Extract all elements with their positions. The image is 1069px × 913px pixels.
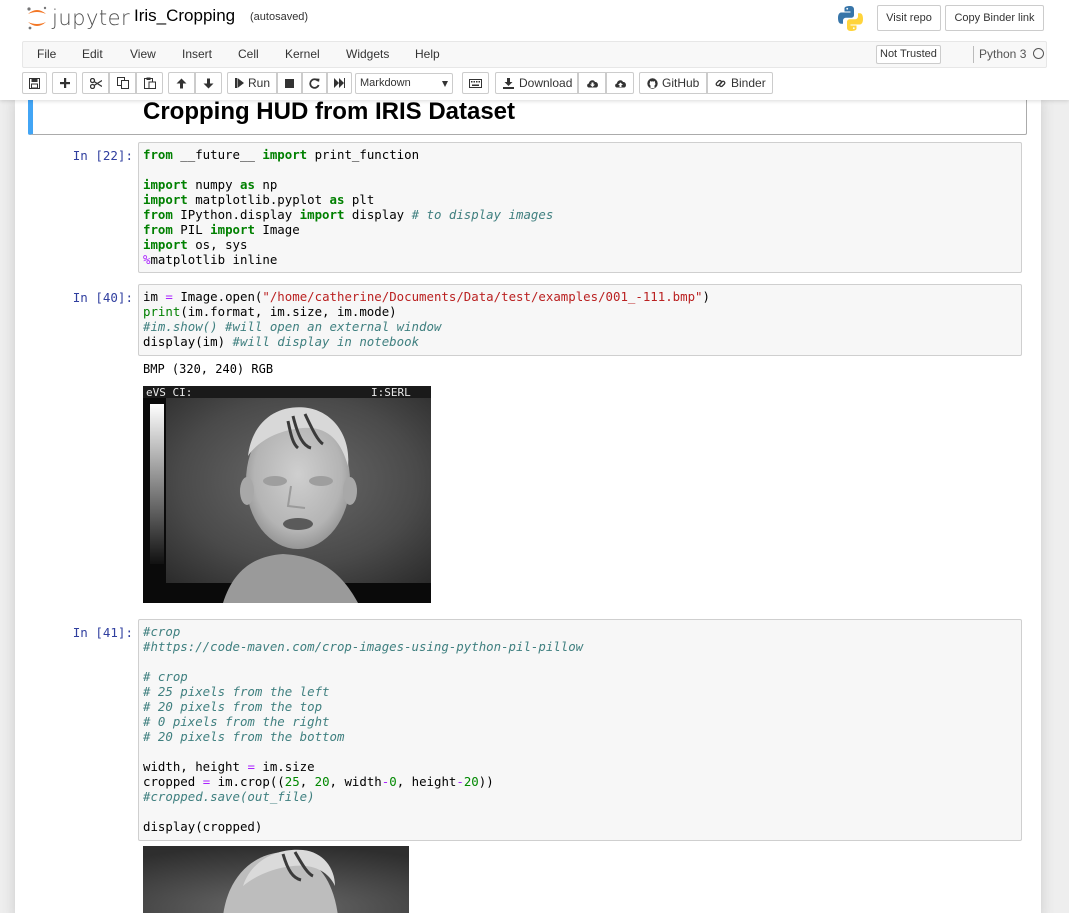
save-icon [29,77,40,89]
arrow-up-icon [176,78,187,88]
cell-output-text: BMP (320, 240) RGB [143,362,274,376]
python-logo-icon [838,6,863,31]
notebook-scroll-area[interactable]: Cropping HUD from IRIS Dataset In [22]: … [0,100,1069,913]
restart-kernel-button[interactable] [302,72,327,94]
cloud-upload-icon [614,80,626,88]
kernel-idle-indicator-icon [1033,48,1044,59]
menu-cell[interactable]: Cell [238,47,259,61]
kernel-divider [973,46,974,63]
markdown-cell-selected[interactable]: Cropping HUD from IRIS Dataset [28,100,1027,135]
paste-cell-button[interactable] [136,72,163,94]
cell-prompt: In [40]: [72,290,133,305]
notebook-heading: Cropping HUD from IRIS Dataset [143,100,516,125]
github-icon [647,77,658,89]
jupyter-logo-text: jupyter [52,6,131,30]
download-button-label: Download [519,76,573,90]
code-cell-input[interactable]: from __future__ import print_function im… [138,142,1022,273]
arrow-down-icon [203,78,214,88]
link-icon [715,79,726,87]
cell-type-select[interactable]: Markdown [355,73,453,94]
cloud-upload-button[interactable] [606,72,634,94]
binder-button-label: Binder [731,76,766,90]
download-button[interactable]: Download [495,72,578,94]
menu-view[interactable]: View [130,47,156,61]
chevron-down-icon [442,81,448,87]
restart-icon [309,77,320,89]
fast-forward-icon [334,78,345,88]
run-button-label: Run [248,76,271,90]
menu-kernel[interactable]: Kernel [285,47,320,61]
move-cell-down-button[interactable] [195,72,222,94]
cropped-image-output [143,846,409,913]
cloud-download-button[interactable] [578,72,606,94]
menu-widgets[interactable]: Widgets [346,47,389,61]
scissors-icon [89,77,102,89]
menubar: File Edit View Insert Cell Kernel Widget… [22,41,1047,68]
github-button-label: GitHub [662,76,700,90]
kernel-name: Python 3 [979,47,1027,61]
menu-file[interactable]: File [37,47,56,61]
restart-run-all-button[interactable] [327,72,352,94]
menu-edit[interactable]: Edit [82,47,103,61]
keyboard-icon [469,78,482,88]
step-forward-icon [235,78,244,88]
save-button[interactable] [22,72,47,94]
paste-icon [143,77,156,89]
jupyter-logo-icon [27,6,47,30]
thermal-face-image: eVS CI: I:SERL [143,386,431,603]
download-icon [503,77,514,89]
toolbar: Run Markdown Download GitHub Binder [22,72,822,94]
move-cell-up-button[interactable] [168,72,195,94]
copy-cell-button[interactable] [109,72,136,94]
notebook-container: Cropping HUD from IRIS Dataset In [22]: … [15,100,1041,913]
cloud-download-icon [586,80,598,88]
cell-prompt: In [41]: [72,625,133,640]
insert-cell-button[interactable] [52,72,77,94]
menu-help[interactable]: Help [415,47,440,61]
code-block: #crop #https://code-maven.com/crop-image… [143,624,584,834]
github-button[interactable]: GitHub [639,72,707,94]
cell-type-value: Markdown [360,77,411,89]
jupyter-logo[interactable]: jupyter [26,4,130,32]
binder-button[interactable]: Binder [707,72,773,94]
cut-cell-button[interactable] [82,72,109,94]
hud-label-left: eVS CI: [146,386,192,399]
trust-indicator-button[interactable]: Not Trusted [876,45,941,64]
visit-repo-button[interactable]: Visit repo [877,5,941,31]
copy-icon [116,77,129,89]
notebook-header: jupyter Iris_Cropping (autosaved) Visit … [0,0,1069,100]
code-cell-input[interactable]: #crop #https://code-maven.com/crop-image… [138,619,1022,841]
thermal-image-output: eVS CI: I:SERL [143,386,431,603]
code-cell-input[interactable]: im = Image.open("/home/catherine/Documen… [138,284,1022,356]
code-block: from __future__ import print_function im… [143,147,554,267]
stop-icon [285,78,294,88]
plus-icon [59,78,70,88]
notebook-name[interactable]: Iris_Cropping [134,6,235,26]
run-button[interactable]: Run [227,72,277,94]
copy-binder-link-button[interactable]: Copy Binder link [945,5,1044,31]
cell-prompt: In [22]: [72,148,133,163]
menu-insert[interactable]: Insert [182,47,212,61]
hud-label-right: I:SERL [371,386,411,399]
command-palette-button[interactable] [462,72,489,94]
autosave-status: (autosaved) [250,11,309,23]
cropped-thermal-image [143,846,409,913]
code-block: im = Image.open("/home/catherine/Documen… [143,289,710,349]
interrupt-kernel-button[interactable] [277,72,302,94]
